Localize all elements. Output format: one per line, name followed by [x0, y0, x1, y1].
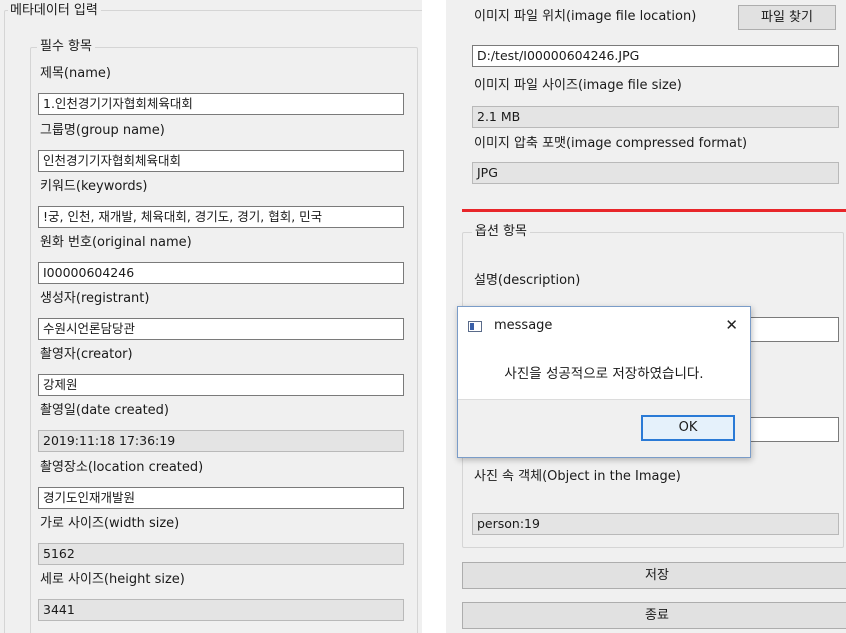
description-label: 설명(description): [474, 273, 581, 288]
width-size-field: 5162: [38, 543, 404, 565]
message-dialog: message ✕ 사진을 성공적으로 저장하였습니다. OK: [457, 306, 751, 458]
keywords-input[interactable]: !궁, 인천, 재개발, 체육대회, 경기도, 경기, 협회, 민국: [38, 206, 404, 228]
file-location-input[interactable]: D:/test/I00000604246.JPG: [472, 45, 839, 67]
name-input[interactable]: 1.인천경기기자협회체육대회: [38, 93, 404, 115]
creator-input[interactable]: 강제원: [38, 374, 404, 396]
name-label: 제목(name): [40, 66, 111, 81]
group-name-label: 그룹명(group name): [40, 123, 165, 138]
required-items-title: 필수 항목: [37, 39, 95, 55]
metadata-input-title: 메타데이터 입력: [8, 3, 101, 19]
ok-button[interactable]: OK: [641, 415, 735, 441]
registrant-input[interactable]: 수원시언론담당관: [38, 318, 404, 340]
metadata-input-panel: 메타데이터 입력 필수 항목 제목(name) 1.인천경기기자협회체육대회 그…: [0, 0, 422, 633]
exit-button[interactable]: 종료: [462, 602, 846, 629]
optional-items-title: 옵션 항목: [472, 224, 530, 240]
location-created-label: 촬영장소(location created): [40, 460, 204, 475]
file-location-label: 이미지 파일 위치(image file location): [474, 9, 697, 24]
width-size-label: 가로 사이즈(width size): [40, 516, 180, 531]
find-file-button[interactable]: 파일 찾기: [738, 5, 836, 30]
date-created-field: 2019:11:18 17:36:19: [38, 430, 404, 452]
height-size-field: 3441: [38, 599, 404, 621]
format-label: 이미지 압축 포맷(image compressed format): [474, 136, 748, 151]
objects-field: person:19: [472, 513, 839, 535]
keywords-label: 키워드(keywords): [40, 179, 148, 194]
height-size-label: 세로 사이즈(height size): [40, 572, 185, 587]
dialog-message: 사진을 성공적으로 저장하였습니다.: [504, 366, 704, 382]
location-created-input[interactable]: 경기도인재개발원: [38, 487, 404, 509]
file-size-label: 이미지 파일 사이즈(image file size): [474, 78, 682, 93]
group-name-input[interactable]: 인천경기기자협회체육대회: [38, 150, 404, 172]
original-name-input[interactable]: I00000604246: [38, 262, 404, 284]
file-size-field: 2.1 MB: [472, 106, 839, 128]
creator-label: 촬영자(creator): [40, 347, 133, 362]
dialog-title: message: [494, 318, 553, 333]
app-window-icon: [468, 321, 482, 332]
registrant-label: 생성자(registrant): [40, 291, 150, 306]
close-icon[interactable]: ✕: [725, 315, 738, 335]
save-button[interactable]: 저장: [462, 562, 846, 589]
date-created-label: 촬영일(date created): [40, 403, 169, 418]
format-field: JPG: [472, 162, 839, 184]
section-divider: [462, 209, 846, 212]
objects-label: 사진 속 객체(Object in the Image): [474, 469, 681, 484]
original-name-label: 원화 번호(original name): [40, 235, 192, 250]
dialog-button-area: OK: [458, 399, 750, 457]
